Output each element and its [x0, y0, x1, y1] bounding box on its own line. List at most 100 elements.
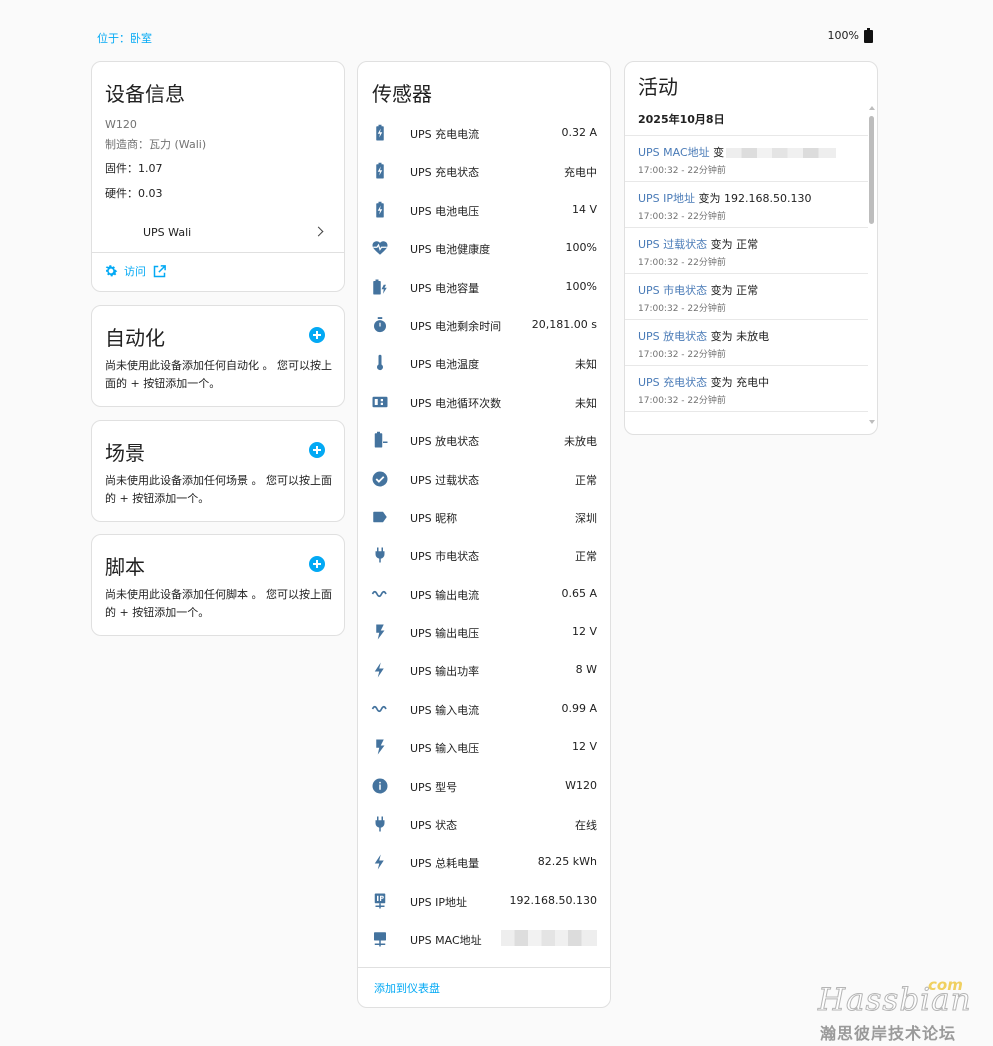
sensor-row[interactable]: UPS 电池剩余时间 20,181.00 s [358, 305, 610, 343]
battery-charging-icon [371, 162, 389, 180]
battery-level: 100% [827, 29, 859, 42]
sensor-row[interactable]: UPS 电池温度 未知 [358, 343, 610, 381]
sensor-row[interactable]: UPS 输出功率 8 W [358, 650, 610, 688]
linked-device-label: UPS Wali [143, 226, 192, 239]
activity-text: 变为 未放电 [707, 330, 770, 343]
sensor-name: UPS 过载状态 [410, 473, 480, 487]
sensor-value: 未知 [575, 358, 597, 372]
automation-title: 自动化 [105, 326, 165, 350]
scrollbar[interactable] [868, 106, 875, 424]
power-plug-icon [371, 546, 389, 564]
scroll-up-arrow-icon[interactable] [869, 106, 875, 110]
activity-time: 17:00:32 - 22分钟前 [638, 166, 726, 176]
sensor-value: 在线 [575, 819, 597, 833]
automation-card: 自动化 尚未使用此设备添加任何自动化 。 您可以按上面的 + 按钮添加一个。 [91, 305, 345, 407]
sensor-name: UPS 电池温度 [410, 358, 480, 372]
activity-card: 活动 2025年10月8日 UPS MAC地址 变 17:00:32 - 22分钟… [624, 61, 878, 435]
sensor-value: 0.65 A [561, 586, 597, 600]
sensor-row[interactable]: UPS 充电状态 充电中 [358, 151, 610, 189]
sensor-name: UPS 电池电压 [410, 204, 480, 218]
activity-title: 活动 [638, 75, 678, 99]
sensor-row[interactable]: UPS 昵称 深圳 [358, 497, 610, 535]
sensor-row[interactable]: UPS 市电状态 正常 [358, 535, 610, 573]
sensor-name: UPS 电池容量 [410, 281, 480, 295]
sensor-row[interactable]: UPS 电池健康度 100% [358, 228, 610, 266]
sensor-row[interactable]: UPS 总耗电量 82.25 kWh [358, 842, 610, 880]
lan-icon [371, 930, 389, 948]
current-ac-icon [371, 700, 389, 718]
battery-bolt-icon [371, 278, 389, 296]
sensor-name: UPS 充电状态 [410, 166, 480, 180]
activity-date: 2025年10月8日 [638, 113, 725, 126]
sensor-row[interactable]: UPS 状态 在线 [358, 804, 610, 842]
activity-line: UPS 市电状态 变为 正常 [638, 282, 758, 298]
scene-description: 尚未使用此设备添加任何场景 。 您可以按上面的 + 按钮添加一个。 [105, 474, 332, 505]
lightning-icon [371, 853, 389, 871]
activity-line: UPS 过载状态 变为 正常 [638, 236, 758, 252]
add-automation-button[interactable] [309, 327, 325, 343]
add-script-button[interactable] [309, 556, 325, 572]
sensor-value: 8 W [575, 663, 597, 677]
sensor-row[interactable]: UPS 电池循环次数 未知 [358, 382, 610, 420]
sensor-row[interactable]: UPS 输出电流 0.65 A [358, 574, 610, 612]
redacted-value [501, 930, 597, 947]
sensor-value: 14 V [571, 202, 597, 216]
sensor-value: 100% [565, 279, 597, 293]
battery-charging-icon [371, 201, 389, 219]
gear-icon [105, 265, 118, 277]
add-to-dashboard-button[interactable]: 添加到仪表盘 [374, 980, 440, 996]
sensor-name: UPS 电池健康度 [410, 243, 491, 257]
check-circle-icon [371, 470, 389, 488]
linked-device-row[interactable]: UPS Wali [92, 222, 344, 250]
device-hardware: 硬件：0.03 [105, 187, 163, 200]
sensor-value: W120 [565, 778, 597, 792]
activity-list[interactable]: UPS MAC地址 变 17:00:32 - 22分钟前 UPS IP地址 变为 1… [625, 135, 868, 420]
battery-charging-icon [371, 124, 389, 142]
sensor-value: 0.32 A [561, 126, 597, 139]
sensor-row[interactable]: UPS 输出电压 12 V [358, 612, 610, 650]
activity-entity-link[interactable]: UPS 放电状态 [638, 330, 707, 343]
battery-status: 100% [828, 28, 873, 43]
sensor-value [501, 930, 597, 949]
activity-entity-link[interactable]: UPS 市电状态 [638, 284, 707, 297]
add-scene-button[interactable] [309, 442, 325, 458]
sensor-name: UPS 输出电流 [410, 588, 480, 602]
sensor-value: 20,181.00 s [531, 317, 597, 331]
sensor-row[interactable]: UPS 电池容量 100% [358, 267, 610, 305]
device-model: W120 [105, 118, 137, 131]
flash-icon [371, 738, 389, 756]
sensor-value: 正常 [575, 550, 597, 564]
sensors-card: 传感器 UPS 充电电流 0.32 A UPS 充电状态 充电中 UPS 电池电压 14 … [357, 61, 611, 1008]
sensor-row[interactable]: UPS 型号 W120 [358, 766, 610, 804]
sensor-row[interactable]: UPS IP地址 192.168.50.130 [358, 881, 610, 919]
open-in-new-icon [153, 264, 166, 277]
sensor-name: UPS 输入电流 [410, 703, 480, 717]
sensor-row[interactable]: UPS 过载状态 正常 [358, 459, 610, 497]
sensor-row[interactable]: UPS 充电电流 0.32 A [358, 113, 610, 151]
scroll-down-arrow-icon[interactable] [869, 420, 875, 424]
sensor-value: 未放电 [564, 435, 597, 449]
sensor-name: UPS 型号 [410, 780, 458, 794]
activity-text: 变 [709, 146, 725, 159]
sensor-row[interactable]: UPS MAC地址 [358, 919, 610, 957]
activity-entity-link[interactable]: UPS IP地址 [638, 192, 695, 205]
activity-entity-link[interactable]: UPS 过载状态 [638, 238, 707, 251]
heart-pulse-icon [371, 239, 389, 257]
sensor-value: 12 V [571, 625, 597, 639]
activity-item: UPS IP地址 变为 192.168.50.130 17:00:32 - 22分… [625, 182, 868, 228]
scrollbar-thumb[interactable] [869, 116, 874, 224]
sensor-list: UPS 充电电流 0.32 A UPS 充电状态 充电中 UPS 电池电压 14 V UPS… [358, 113, 610, 958]
sensor-value: 正常 [575, 473, 597, 487]
sensor-row[interactable]: UPS 输入电流 0.99 A [358, 689, 610, 727]
sensor-row[interactable]: UPS 电池电压 14 V [358, 190, 610, 228]
sensor-row[interactable]: UPS 放电状态 未放电 [358, 420, 610, 458]
activity-entity-link[interactable]: UPS 充电状态 [638, 376, 707, 389]
sensor-row[interactable]: UPS 输入电压 12 V [358, 727, 610, 765]
activity-text: 变为 正常 [707, 284, 759, 297]
area-link[interactable]: 位于：卧室 [97, 30, 152, 46]
visit-link[interactable]: 访问 [103, 263, 167, 279]
activity-entity-link[interactable]: UPS MAC地址 [638, 146, 710, 159]
sensor-value: 未知 [575, 396, 597, 410]
activity-item: UPS 过载状态 变为 正常 17:00:32 - 22分钟前 [625, 228, 868, 274]
sensors-title: 传感器 [372, 82, 432, 106]
